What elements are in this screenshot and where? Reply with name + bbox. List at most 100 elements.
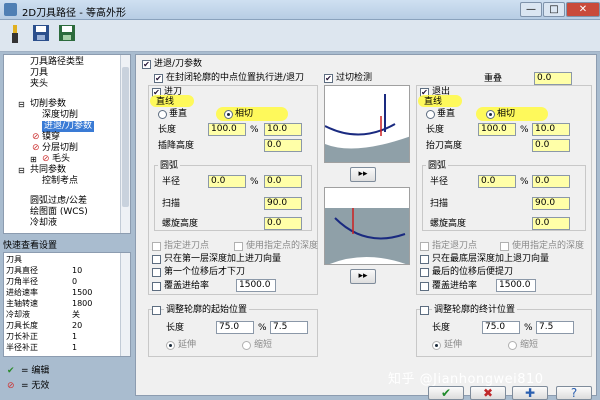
exit-preview-image: [324, 187, 410, 265]
exit-sweep-input[interactable]: 90.0: [532, 197, 570, 210]
entry-feed-input[interactable]: 1500.0: [236, 279, 276, 292]
close-button[interactable]: ✕: [566, 2, 600, 17]
midpoint-checkbox[interactable]: ✔: [154, 74, 163, 83]
copy-left-button[interactable]: ▸▸: [350, 269, 376, 284]
check-icon: ✔: [7, 366, 15, 376]
save-icon[interactable]: [30, 24, 52, 46]
plus-button[interactable]: ✚: [512, 386, 548, 400]
entry-first-depth-label: 只在第一层深度加上进刀向量: [164, 254, 282, 264]
adjust-start-pct-input[interactable]: 75.0: [216, 321, 254, 334]
tree-item-coolant[interactable]: 冷却液: [30, 218, 57, 229]
save-as-icon[interactable]: [56, 24, 78, 46]
tree-item-control-points[interactable]: 控制考点: [42, 176, 78, 187]
adjust-end-val-input[interactable]: 7.5: [536, 321, 574, 334]
percent-label: %: [524, 323, 533, 333]
overcut-checkbox[interactable]: ✔: [324, 74, 333, 83]
entry-helix-input[interactable]: 0.0: [264, 217, 302, 230]
entry-first-depth-checkbox[interactable]: [152, 255, 161, 264]
quick-view-header: 快速查看设置: [3, 241, 58, 251]
tree-item-planes[interactable]: 绘图面 (WCS): [30, 207, 88, 218]
entry-radius-input[interactable]: 0.0: [264, 175, 302, 188]
entry-length-pct-input[interactable]: 100.0: [208, 123, 246, 136]
exit-feed-checkbox[interactable]: [420, 282, 429, 291]
legend-invalid: = 无效: [21, 381, 50, 391]
quick-view-panel: 刀具 刀具直径 10 刀角半径 0 进给速率 1500 主轴转速 1800 冷却液关 刀…: [3, 252, 131, 357]
expand-icon[interactable]: ⊟: [18, 99, 25, 110]
tree-scrollbar[interactable]: [120, 55, 130, 233]
tree-item-arc-filter[interactable]: 圆弧过虑/公差: [30, 196, 87, 207]
adjust-end-extend-radio[interactable]: [432, 341, 441, 350]
entry-tangent-label: 相切: [235, 109, 254, 119]
tree-item-tool[interactable]: 刀具: [30, 68, 48, 79]
main-panel: ✔ 进退/刀参数 ✔ 在封闭轮廓的中点位置执行进/退刀 ✔ 过切检测 重叠 0.…: [135, 54, 597, 396]
enable-checkbox[interactable]: ✔: [142, 60, 151, 69]
cancel-button[interactable]: ✖: [470, 386, 506, 400]
exit-tangent-radio[interactable]: [486, 110, 495, 119]
tree-item-multi-passes[interactable]: 分层切削: [42, 143, 78, 154]
entry-sweep-input[interactable]: 90.0: [264, 197, 302, 210]
invalid-icon: ⊘: [42, 154, 50, 164]
tree-item-holder[interactable]: 夹头: [30, 79, 48, 90]
tree-item-cut-params[interactable]: 切削参数: [30, 99, 66, 110]
invalid-icon: ⊘: [32, 143, 40, 153]
entry-length-label: 长度: [158, 125, 177, 135]
adjust-end-pct-input[interactable]: 75.0: [482, 321, 520, 334]
adjust-start-extend-radio[interactable]: [166, 341, 175, 350]
quick-scrollbar[interactable]: [120, 253, 130, 356]
ok-button[interactable]: ✔: [428, 386, 464, 400]
exit-feed-input[interactable]: 1500.0: [496, 279, 536, 292]
exit-length-input[interactable]: 10.0: [532, 123, 570, 136]
exit-specify-point-label: 指定退刀点: [432, 241, 478, 251]
entry-vertical-radio[interactable]: [158, 110, 167, 119]
quick-row: 主轴转速 1800: [6, 299, 93, 308]
tree-item-linking[interactable]: 共同参数: [30, 165, 66, 176]
quick-row: 冷却液关: [6, 310, 80, 319]
adjust-end-shorten-radio[interactable]: [508, 341, 517, 350]
exit-length-pct-input[interactable]: 100.0: [478, 123, 516, 136]
entry-radius-pct-input[interactable]: 0.0: [208, 175, 246, 188]
help-button[interactable]: ?: [556, 386, 592, 400]
adjust-start-length-label: 长度: [166, 323, 185, 333]
adjust-start-checkbox[interactable]: [152, 306, 161, 315]
exit-use-depth-checkbox[interactable]: [500, 242, 509, 251]
exit-radius-input[interactable]: 0.0: [532, 175, 570, 188]
entry-preview-image: [324, 85, 410, 163]
tree-item-break-through[interactable]: 镆穿: [42, 132, 60, 143]
entry-specify-point-checkbox[interactable]: [152, 242, 161, 251]
entry-feed-checkbox[interactable]: [152, 282, 161, 291]
adjust-start-shorten-radio[interactable]: [242, 341, 251, 350]
entry-use-depth-checkbox[interactable]: [234, 242, 243, 251]
adjust-start-val-input[interactable]: 7.5: [270, 321, 308, 334]
exit-length-label: 长度: [426, 125, 445, 135]
expand-icon[interactable]: ⊞: [30, 154, 37, 165]
exit-specify-point-checkbox[interactable]: [420, 242, 429, 251]
tree-item-toolpath-type[interactable]: 刀具路径类型: [30, 57, 84, 68]
tree-item-tabs[interactable]: 毛头: [52, 154, 70, 165]
entry-ramp-input[interactable]: 0.0: [264, 139, 302, 152]
exit-helix-input[interactable]: 0.0: [532, 217, 570, 230]
copy-right-button[interactable]: ▸▸: [350, 167, 376, 182]
tree-item-lead-in-out[interactable]: 进退/刀参数: [42, 121, 95, 132]
entry-length-input[interactable]: 10.0: [264, 123, 302, 136]
tree-item-depth-cuts[interactable]: 深度切削: [42, 110, 78, 121]
tool-icon[interactable]: [4, 24, 26, 46]
watermark: 知乎 @Jianhongwei810: [388, 372, 544, 387]
minimize-button[interactable]: —: [520, 2, 542, 17]
adjust-end-checkbox[interactable]: [420, 306, 429, 315]
overlap-label: 重叠: [484, 74, 503, 84]
exit-last-depth-checkbox[interactable]: [420, 255, 429, 264]
exit-arc-title: 圆弧: [426, 161, 449, 172]
exit-vertical-radio[interactable]: [426, 110, 435, 119]
maximize-button[interactable]: □: [543, 2, 565, 17]
quick-row: 刀具长度 20: [6, 321, 83, 330]
entry-first-offset-checkbox[interactable]: [152, 268, 161, 277]
exit-radius-pct-input[interactable]: 0.0: [478, 175, 516, 188]
exit-ramp-input[interactable]: 0.0: [532, 139, 570, 152]
entry-tangent-radio[interactable]: [224, 110, 233, 119]
exit-last-depth-label: 只在最底层深度加上退刀向量: [432, 254, 550, 264]
expand-icon[interactable]: ⊟: [18, 165, 25, 176]
scroll-thumb[interactable]: [122, 67, 129, 207]
overlap-input[interactable]: 0.0: [534, 72, 572, 85]
midpoint-label: 在封闭轮廓的中点位置执行进/退刀: [166, 73, 305, 83]
exit-last-offset-checkbox[interactable]: [420, 268, 429, 277]
